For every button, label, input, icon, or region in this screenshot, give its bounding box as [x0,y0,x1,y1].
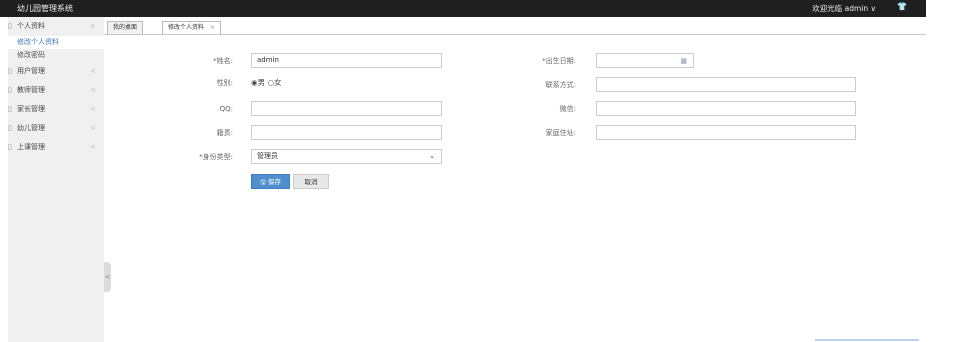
chevron-down-icon: ∨ [90,22,96,30]
tab-my-desktop[interactable]: 我的桌面 [107,21,144,34]
file-icon: ▯ [8,22,12,30]
sidebar-item-label: 幼儿管理 [17,124,45,132]
sidebar-item-classes[interactable]: ▯ 上课管理 < [8,138,104,157]
chevron-left-icon: < [90,143,96,151]
scroll-indicator [815,339,919,341]
sidebar-item-children[interactable]: ▯ 幼儿管理 < [8,119,104,138]
wechat-input[interactable] [596,101,856,116]
tab-bar: 我的桌面 修改个人资料 × [104,17,926,35]
cancel-button[interactable]: 取消 [293,174,329,189]
top-bar: 幼儿园管理系统 欢迎光临 admin ∨ 👕 [0,0,926,17]
welcome-user[interactable]: 欢迎光临 admin ∨ [812,3,876,14]
sidebar-item-label: 家长管理 [17,105,45,113]
name-label: *姓名: [213,57,233,65]
sidebar: ▯ 个人资料 ∨ 修改个人资料 修改密码 ▯ 用户管理 < ▯ 教师管理 < ▯… [8,17,104,342]
right-margin [926,17,958,342]
identity-select[interactable]: 管理员 ⌄ [251,149,442,164]
tab-edit-profile[interactable]: 修改个人资料 × [162,21,222,34]
chevron-left-icon: < [90,67,96,75]
welcome-text: 欢迎光临 [812,4,843,13]
save-button[interactable]: 🖫 保存 [251,174,290,189]
sidebar-item-teachers[interactable]: ▯ 教师管理 < [8,81,104,100]
file-icon: ▯ [8,105,12,113]
chevron-down-icon: ∨ [870,4,877,13]
radio-female[interactable]: ○女 [267,78,281,87]
save-icon: 🖫 [260,178,266,186]
shirt-icon[interactable]: 👕 [897,2,907,11]
identity-label: *身份类型: [199,153,233,161]
radio-female-label: 女 [273,78,282,87]
file-icon: ▯ [8,67,12,75]
radio-male[interactable]: ◉男 [251,78,265,87]
sidebar-subitem-edit-profile[interactable]: 修改个人资料 [8,36,104,49]
sidebar-collapse-handle[interactable]: < [104,262,111,292]
file-icon: ▯ [8,143,12,151]
name-input[interactable]: admin [251,53,442,68]
qq-label: QQ: [219,105,233,113]
wechat-label: 微信: [559,105,576,113]
sidebar-item-label: 教师管理 [17,86,45,94]
chevron-left-icon: < [104,273,111,281]
contact-input[interactable] [596,77,856,92]
native-place-label: 籍贯: [216,129,233,137]
sidebar-item-profile[interactable]: ▯ 个人资料 ∨ [8,17,104,36]
contact-label: 联系方式: [545,81,576,89]
tab-label: 修改个人资料 [168,24,205,31]
gender-label: 性别: [216,79,233,87]
birth-date-input[interactable]: ▦ [596,53,694,68]
sidebar-subitem-change-password[interactable]: 修改密码 [8,49,104,62]
sidebar-item-label: 个人资料 [17,22,45,30]
calendar-icon[interactable]: ▦ [680,55,687,68]
address-input[interactable] [596,125,856,140]
birth-date-label: *出生日期: [542,57,576,65]
save-button-label: 保存 [267,178,281,186]
chevron-down-icon: ⌄ [429,152,435,160]
close-icon[interactable]: × [210,24,215,31]
gender-radio-group: ◉男 ○女 [251,77,281,89]
native-place-input[interactable] [251,125,442,140]
chevron-left-icon: < [90,86,96,94]
sidebar-item-label: 上课管理 [17,143,45,151]
app-title: 幼儿园管理系统 [17,4,73,13]
identity-select-value: 管理员 [257,152,278,160]
sidebar-item-users[interactable]: ▯ 用户管理 < [8,62,104,81]
address-label: 家庭住址: [545,129,576,137]
sidebar-item-parents[interactable]: ▯ 家长管理 < [8,100,104,119]
chevron-left-icon: < [90,105,96,113]
radio-male-label: 男 [257,78,266,87]
username: admin [844,4,869,13]
file-icon: ▯ [8,124,12,132]
file-icon: ▯ [8,86,12,94]
qq-input[interactable] [251,101,442,116]
tab-label: 我的桌面 [113,24,138,31]
chevron-left-icon: < [90,124,96,132]
sidebar-item-label: 用户管理 [17,67,45,75]
